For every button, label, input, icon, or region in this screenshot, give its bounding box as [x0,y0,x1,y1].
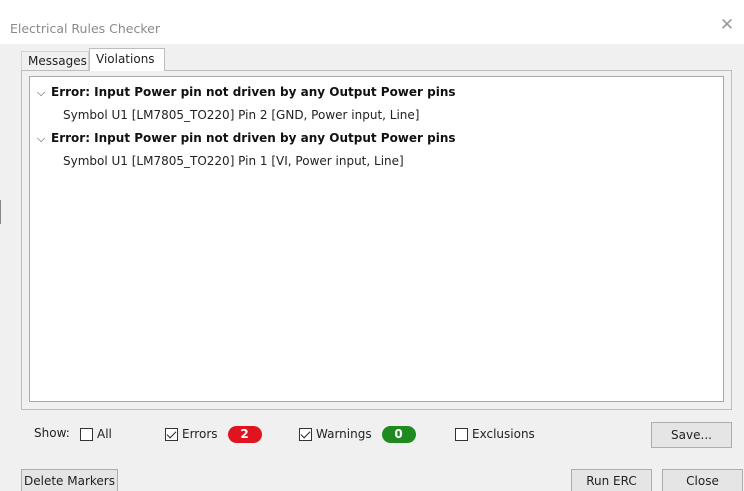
delete-markers-button[interactable]: Delete Markers [21,469,118,491]
close-icon[interactable]: ✕ [718,16,736,34]
tab-violations[interactable]: Violations [89,48,165,71]
close-button[interactable]: Close [662,469,743,491]
erc-dialog: Electrical Rules Checker ✕ Messages Viol… [0,0,744,491]
run-erc-button[interactable]: Run ERC [571,469,652,491]
title-bar: Electrical Rules Checker ✕ [0,0,744,44]
violations-list[interactable]: ⌵ Error: Input Power pin not driven by an… [29,76,724,402]
violations-panel: ⌵ Error: Input Power pin not driven by an… [21,70,732,410]
filter-bar: Show: All Errors 2 Warnings 0 Exclusions [0,422,744,446]
item-text: Symbol U1 [LM7805_TO220] Pin 1 [VI, Powe… [63,154,404,168]
warnings-checkbox-box[interactable] [299,427,312,441]
edge-divider [0,200,1,224]
tab-messages[interactable]: Messages [21,51,89,70]
warnings-count-badge: 0 [381,425,416,443]
warnings-label: Warnings [316,427,372,441]
errors-label: Errors [182,427,218,441]
exclusions-label: Exclusions [472,427,535,441]
all-label: All [97,427,112,441]
exclusions-checkbox-box[interactable] [455,427,468,441]
warnings-checkbox[interactable]: Warnings 0 [299,425,416,443]
errors-count-badge: 2 [227,425,262,443]
violation-error-row[interactable]: ⌵ Error: Input Power pin not driven by an… [34,127,456,149]
show-label: Show: [34,426,70,440]
errors-checkbox[interactable]: Errors 2 [165,425,262,443]
violation-item-row[interactable]: Symbol U1 [LM7805_TO220] Pin 2 [GND, Pow… [63,104,419,126]
errors-checkbox-box[interactable] [165,427,178,441]
item-text: Symbol U1 [LM7805_TO220] Pin 2 [GND, Pow… [63,108,420,122]
exclusions-checkbox[interactable]: Exclusions [455,425,535,443]
error-text: Error: Input Power pin not driven by any… [51,85,456,99]
window-title: Electrical Rules Checker [10,21,160,36]
chevron-down-icon[interactable]: ⌵ [34,82,48,104]
all-checkbox[interactable]: All [80,425,112,443]
error-text: Error: Input Power pin not driven by any… [51,131,456,145]
all-checkbox-box[interactable] [80,427,93,441]
violation-error-row[interactable]: ⌵ Error: Input Power pin not driven by an… [34,81,456,103]
chevron-down-icon[interactable]: ⌵ [34,128,48,150]
save-button[interactable]: Save... [651,422,732,448]
violation-item-row[interactable]: Symbol U1 [LM7805_TO220] Pin 1 [VI, Powe… [63,150,404,172]
